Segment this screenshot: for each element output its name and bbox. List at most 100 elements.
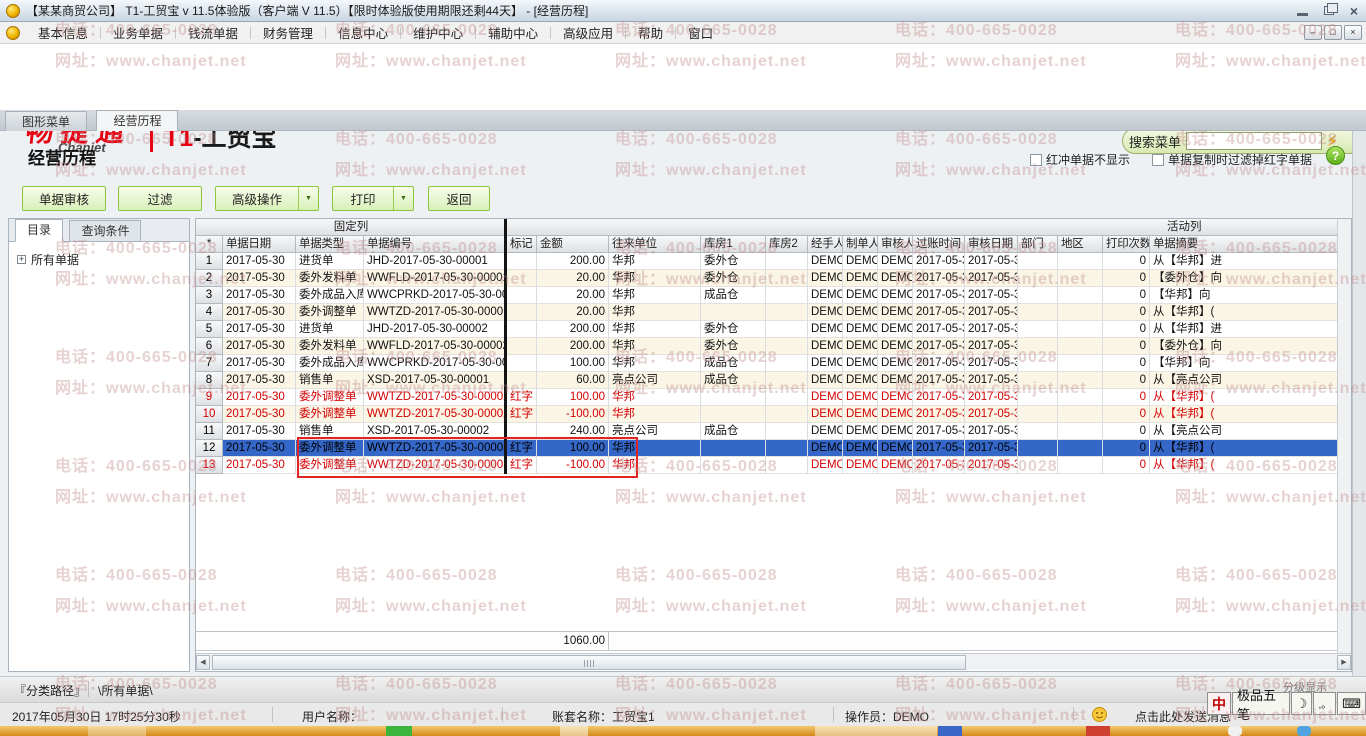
grid-cell[interactable] [1018, 304, 1058, 321]
grid-cell[interactable]: 2017-05-30 [913, 338, 965, 355]
grid-cell[interactable]: 委外调整单 [296, 304, 364, 321]
taskbar-item[interactable] [88, 726, 146, 736]
grid-cell[interactable] [1058, 372, 1103, 389]
grid-cell[interactable]: DEMO [843, 457, 878, 474]
advanced-ops-dropdown-icon[interactable]: ▼ [298, 187, 318, 210]
grid-cell[interactable]: 委外仓 [701, 270, 766, 287]
grid-cell[interactable]: 2017-05-30 [965, 304, 1018, 321]
grid-cell[interactable]: 从【华邦】( [1150, 440, 1339, 457]
grid-cell[interactable] [1058, 406, 1103, 423]
grid-cell[interactable] [1018, 338, 1058, 355]
column-header-9[interactable]: 库房2 [766, 236, 808, 253]
grid-cell[interactable]: 5 [196, 321, 223, 338]
ime-punctuation-icon[interactable]: ,。 [1313, 692, 1336, 715]
grid-cell[interactable]: 0 [1103, 321, 1150, 338]
window-right-scroll-strip[interactable] [1352, 131, 1366, 676]
tree-expand-icon[interactable]: + [17, 255, 26, 264]
grid-cell[interactable]: 2017-05-30 [913, 457, 965, 474]
scroll-left-icon[interactable]: ◀ [196, 655, 210, 670]
grid-cell[interactable]: JHD-2017-05-30-00002 [364, 321, 507, 338]
grid-cell[interactable]: 60.00 [537, 372, 609, 389]
grid-cell[interactable]: 200.00 [537, 338, 609, 355]
grid-cell[interactable]: 成品仓 [701, 355, 766, 372]
grid-cell[interactable] [766, 287, 808, 304]
column-header-12[interactable]: 审核人 [878, 236, 913, 253]
grid-cell[interactable]: DEMO [878, 355, 913, 372]
grid-cell[interactable]: DEMO [878, 389, 913, 406]
grid-cell[interactable]: DEMO [878, 423, 913, 440]
mdi-close-button[interactable]: × [1344, 25, 1362, 40]
menu-item-1[interactable]: 基本信息 [26, 23, 100, 42]
grid-cell[interactable]: 华邦 [609, 440, 701, 457]
grid-cell[interactable]: -100.00 [537, 457, 609, 474]
close-button[interactable]: × [1350, 4, 1358, 18]
grid-cell[interactable]: 从【华邦】( [1150, 304, 1339, 321]
grid-cell[interactable]: 成品仓 [701, 423, 766, 440]
grid-cell[interactable]: 委外发料单 [296, 338, 364, 355]
column-header-5[interactable]: 标记 [507, 236, 537, 253]
grid-cell[interactable]: 2017-05-30 [223, 270, 296, 287]
grid-cell[interactable]: 从【华邦】进 [1150, 321, 1339, 338]
grid-cell[interactable]: 2017-05-30 [965, 372, 1018, 389]
taskbar-item[interactable] [815, 726, 937, 736]
grid-cell[interactable]: WWFLD-2017-05-30-00001 [364, 270, 507, 287]
grid-cell[interactable]: 成品仓 [701, 287, 766, 304]
grid-cell[interactable]: 红字 [507, 389, 537, 406]
grid-cell[interactable]: WWTZD-2017-05-30-00001 [364, 304, 507, 321]
grid-cell[interactable] [507, 355, 537, 372]
menu-item-4[interactable]: 财务管理 [251, 23, 325, 42]
grid-cell[interactable] [766, 321, 808, 338]
grid-cell[interactable]: 2017-05-30 [223, 355, 296, 372]
grid-cell[interactable]: 11 [196, 423, 223, 440]
menu-item-10[interactable]: 窗口 [676, 23, 725, 42]
grid-cell[interactable] [766, 457, 808, 474]
grid-cell[interactable]: JHD-2017-05-30-00001 [364, 253, 507, 270]
table-row[interactable]: 92017-05-30委外调整单WWTZD-2017-05-30-00002红字… [196, 389, 1351, 406]
grid-cell[interactable]: XSD-2017-05-30-00001 [364, 372, 507, 389]
grid-cell[interactable]: 2017-05-30 [965, 457, 1018, 474]
grid-cell[interactable] [1018, 406, 1058, 423]
grid-cell[interactable]: 12 [196, 440, 223, 457]
grid-cell[interactable]: 0 [1103, 372, 1150, 389]
grid-cell[interactable]: WWCPRKD-2017-05-30-00001 [364, 287, 507, 304]
grid-cell[interactable]: 2017-05-30 [965, 440, 1018, 457]
grid-cell[interactable]: DEMO [808, 304, 843, 321]
grid-cell[interactable]: 华邦 [609, 338, 701, 355]
grid-cell[interactable]: 0 [1103, 338, 1150, 355]
mdi-minimize-button[interactable]: – [1304, 25, 1322, 40]
ime-language-icon[interactable]: 中 [1207, 692, 1231, 715]
grid-cell[interactable]: 【华邦】向 [1150, 355, 1339, 372]
table-row[interactable]: 42017-05-30委外调整单WWTZD-2017-05-30-0000120… [196, 304, 1351, 321]
table-row[interactable]: 62017-05-30委外发料单WWFLD-2017-05-30-0000220… [196, 338, 1351, 355]
column-header-14[interactable]: 审核日期 [965, 236, 1018, 253]
grid-cell[interactable]: 2017-05-30 [223, 287, 296, 304]
grid-cell[interactable]: 8 [196, 372, 223, 389]
grid-cell[interactable]: 委外调整单 [296, 457, 364, 474]
grid-cell[interactable]: 委外仓 [701, 253, 766, 270]
table-row[interactable]: 72017-05-30委外成品入库单WWCPRKD-2017-05-30-000… [196, 355, 1351, 372]
grid-cell[interactable]: 2017-05-30 [965, 389, 1018, 406]
grid-cell[interactable]: 2017-05-30 [965, 338, 1018, 355]
menu-item-9[interactable]: 帮助 [626, 23, 675, 42]
grid-cell[interactable]: 2017-05-30 [223, 321, 296, 338]
grid-cell[interactable]: 2017-05-30 [913, 270, 965, 287]
grid-cell[interactable]: 0 [1103, 253, 1150, 270]
grid-cell[interactable]: DEMO [808, 372, 843, 389]
grid-cell[interactable]: 7 [196, 355, 223, 372]
grid-cell[interactable]: DEMO [808, 338, 843, 355]
grid-cell[interactable]: 【委外仓】向 [1150, 338, 1339, 355]
grid-cell[interactable] [1058, 457, 1103, 474]
scroll-right-icon[interactable]: ▶ [1337, 655, 1351, 670]
grid-cell[interactable]: DEMO [808, 440, 843, 457]
grid-cell[interactable]: DEMO [878, 406, 913, 423]
grid-cell[interactable]: 2017-05-30 [913, 372, 965, 389]
grid-cell[interactable] [1058, 304, 1103, 321]
grid-cell[interactable]: 20.00 [537, 270, 609, 287]
help-button[interactable]: ? [1326, 146, 1345, 165]
smiley-message-icon[interactable] [1092, 707, 1107, 725]
grid-cell[interactable]: 2017-05-30 [223, 338, 296, 355]
column-header-8[interactable]: 库房1 [701, 236, 766, 253]
grid-cell[interactable]: DEMO [808, 423, 843, 440]
tab-graphic-menu[interactable]: 图形菜单 [5, 111, 87, 131]
horizontal-scroll-thumb[interactable] [212, 655, 966, 670]
